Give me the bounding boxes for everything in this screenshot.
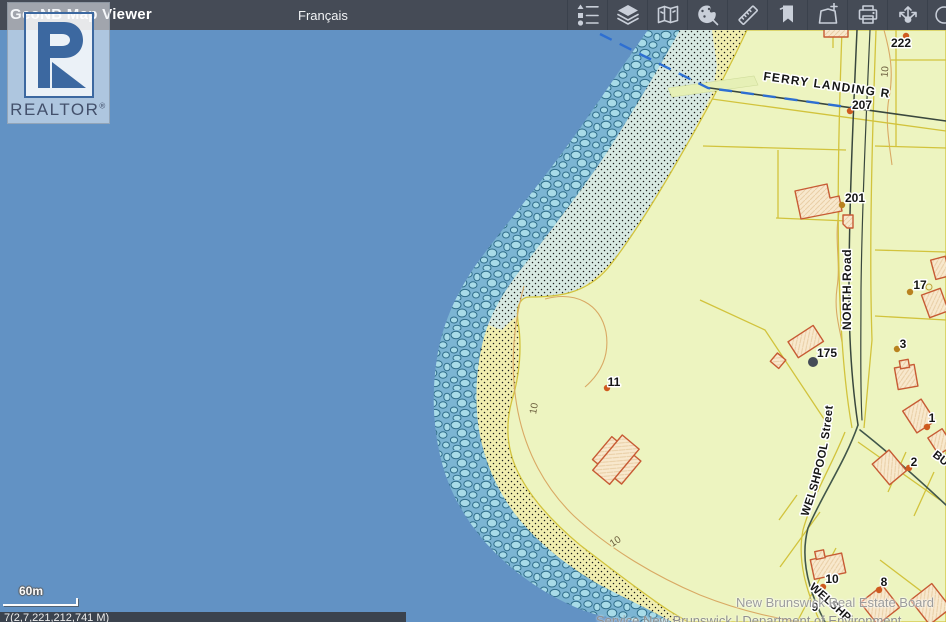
print-icon <box>856 3 880 27</box>
more-button[interactable] <box>927 0 946 30</box>
civic-number: 17 <box>913 278 927 292</box>
civic-number: 175 <box>817 346 837 360</box>
draw-icon <box>696 3 720 27</box>
realtor-block-r-logo <box>24 12 94 98</box>
legend-button[interactable] <box>567 0 607 30</box>
add-data-button[interactable] <box>807 0 847 30</box>
realtor-wordmark: REALTOR® <box>8 100 109 120</box>
realtor-watermark: REALTOR® <box>7 2 110 124</box>
street-label-north-road: NORTH Road <box>840 249 854 330</box>
draw-button[interactable] <box>687 0 727 30</box>
map-canvas[interactable]: FERRY LANDING R NORTH Road WELSHPOOL Str… <box>0 0 946 622</box>
share-icon <box>896 3 920 27</box>
measure-icon <box>736 3 760 27</box>
app-header: GeoNB Map Viewer Français <box>0 0 946 30</box>
civic-number: 201 <box>845 191 865 205</box>
attribution-line-1: New Brunswick Real Estate Board <box>736 595 934 610</box>
circle-icon <box>928 3 946 27</box>
bookmark-icon <box>776 3 800 27</box>
civic-dot <box>907 289 913 295</box>
building <box>843 215 853 228</box>
civic-number: 207 <box>852 98 872 112</box>
geonb-map-viewer-window: FERRY LANDING R NORTH Road WELSHPOOL Str… <box>0 0 946 622</box>
map-toolbar <box>567 0 946 30</box>
legend-icon <box>576 3 600 27</box>
civic-number: 1 <box>929 411 936 425</box>
scale-bar-line <box>3 598 78 606</box>
contour-label: 10 <box>880 65 892 77</box>
basemap-icon <box>656 3 680 27</box>
print-button[interactable] <box>847 0 887 30</box>
civic-number: 222 <box>891 36 911 50</box>
civic-number: 10 <box>825 572 839 586</box>
attribution-line-2: Service New Brunswick | Department of En… <box>596 613 901 622</box>
scale-bar-label: 60m <box>19 584 78 598</box>
language-toggle-link[interactable]: Français <box>298 8 348 23</box>
basemap-button[interactable] <box>647 0 687 30</box>
scale-bar: 60m <box>3 584 78 606</box>
bookmarks-button[interactable] <box>767 0 807 30</box>
layers-button[interactable] <box>607 0 647 30</box>
coordinate-text: 7(2,7,221,212,741 M) <box>4 612 109 622</box>
civic-number: 11 <box>608 375 621 389</box>
layers-icon <box>616 3 640 27</box>
share-button[interactable] <box>887 0 927 30</box>
coordinate-readout: 7(2,7,221,212,741 M) <box>0 612 406 622</box>
civic-number: 8 <box>881 575 888 589</box>
civic-number: 2 <box>911 455 918 469</box>
add-data-icon <box>816 3 840 27</box>
civic-number: 3 <box>900 337 907 351</box>
measure-button[interactable] <box>727 0 767 30</box>
